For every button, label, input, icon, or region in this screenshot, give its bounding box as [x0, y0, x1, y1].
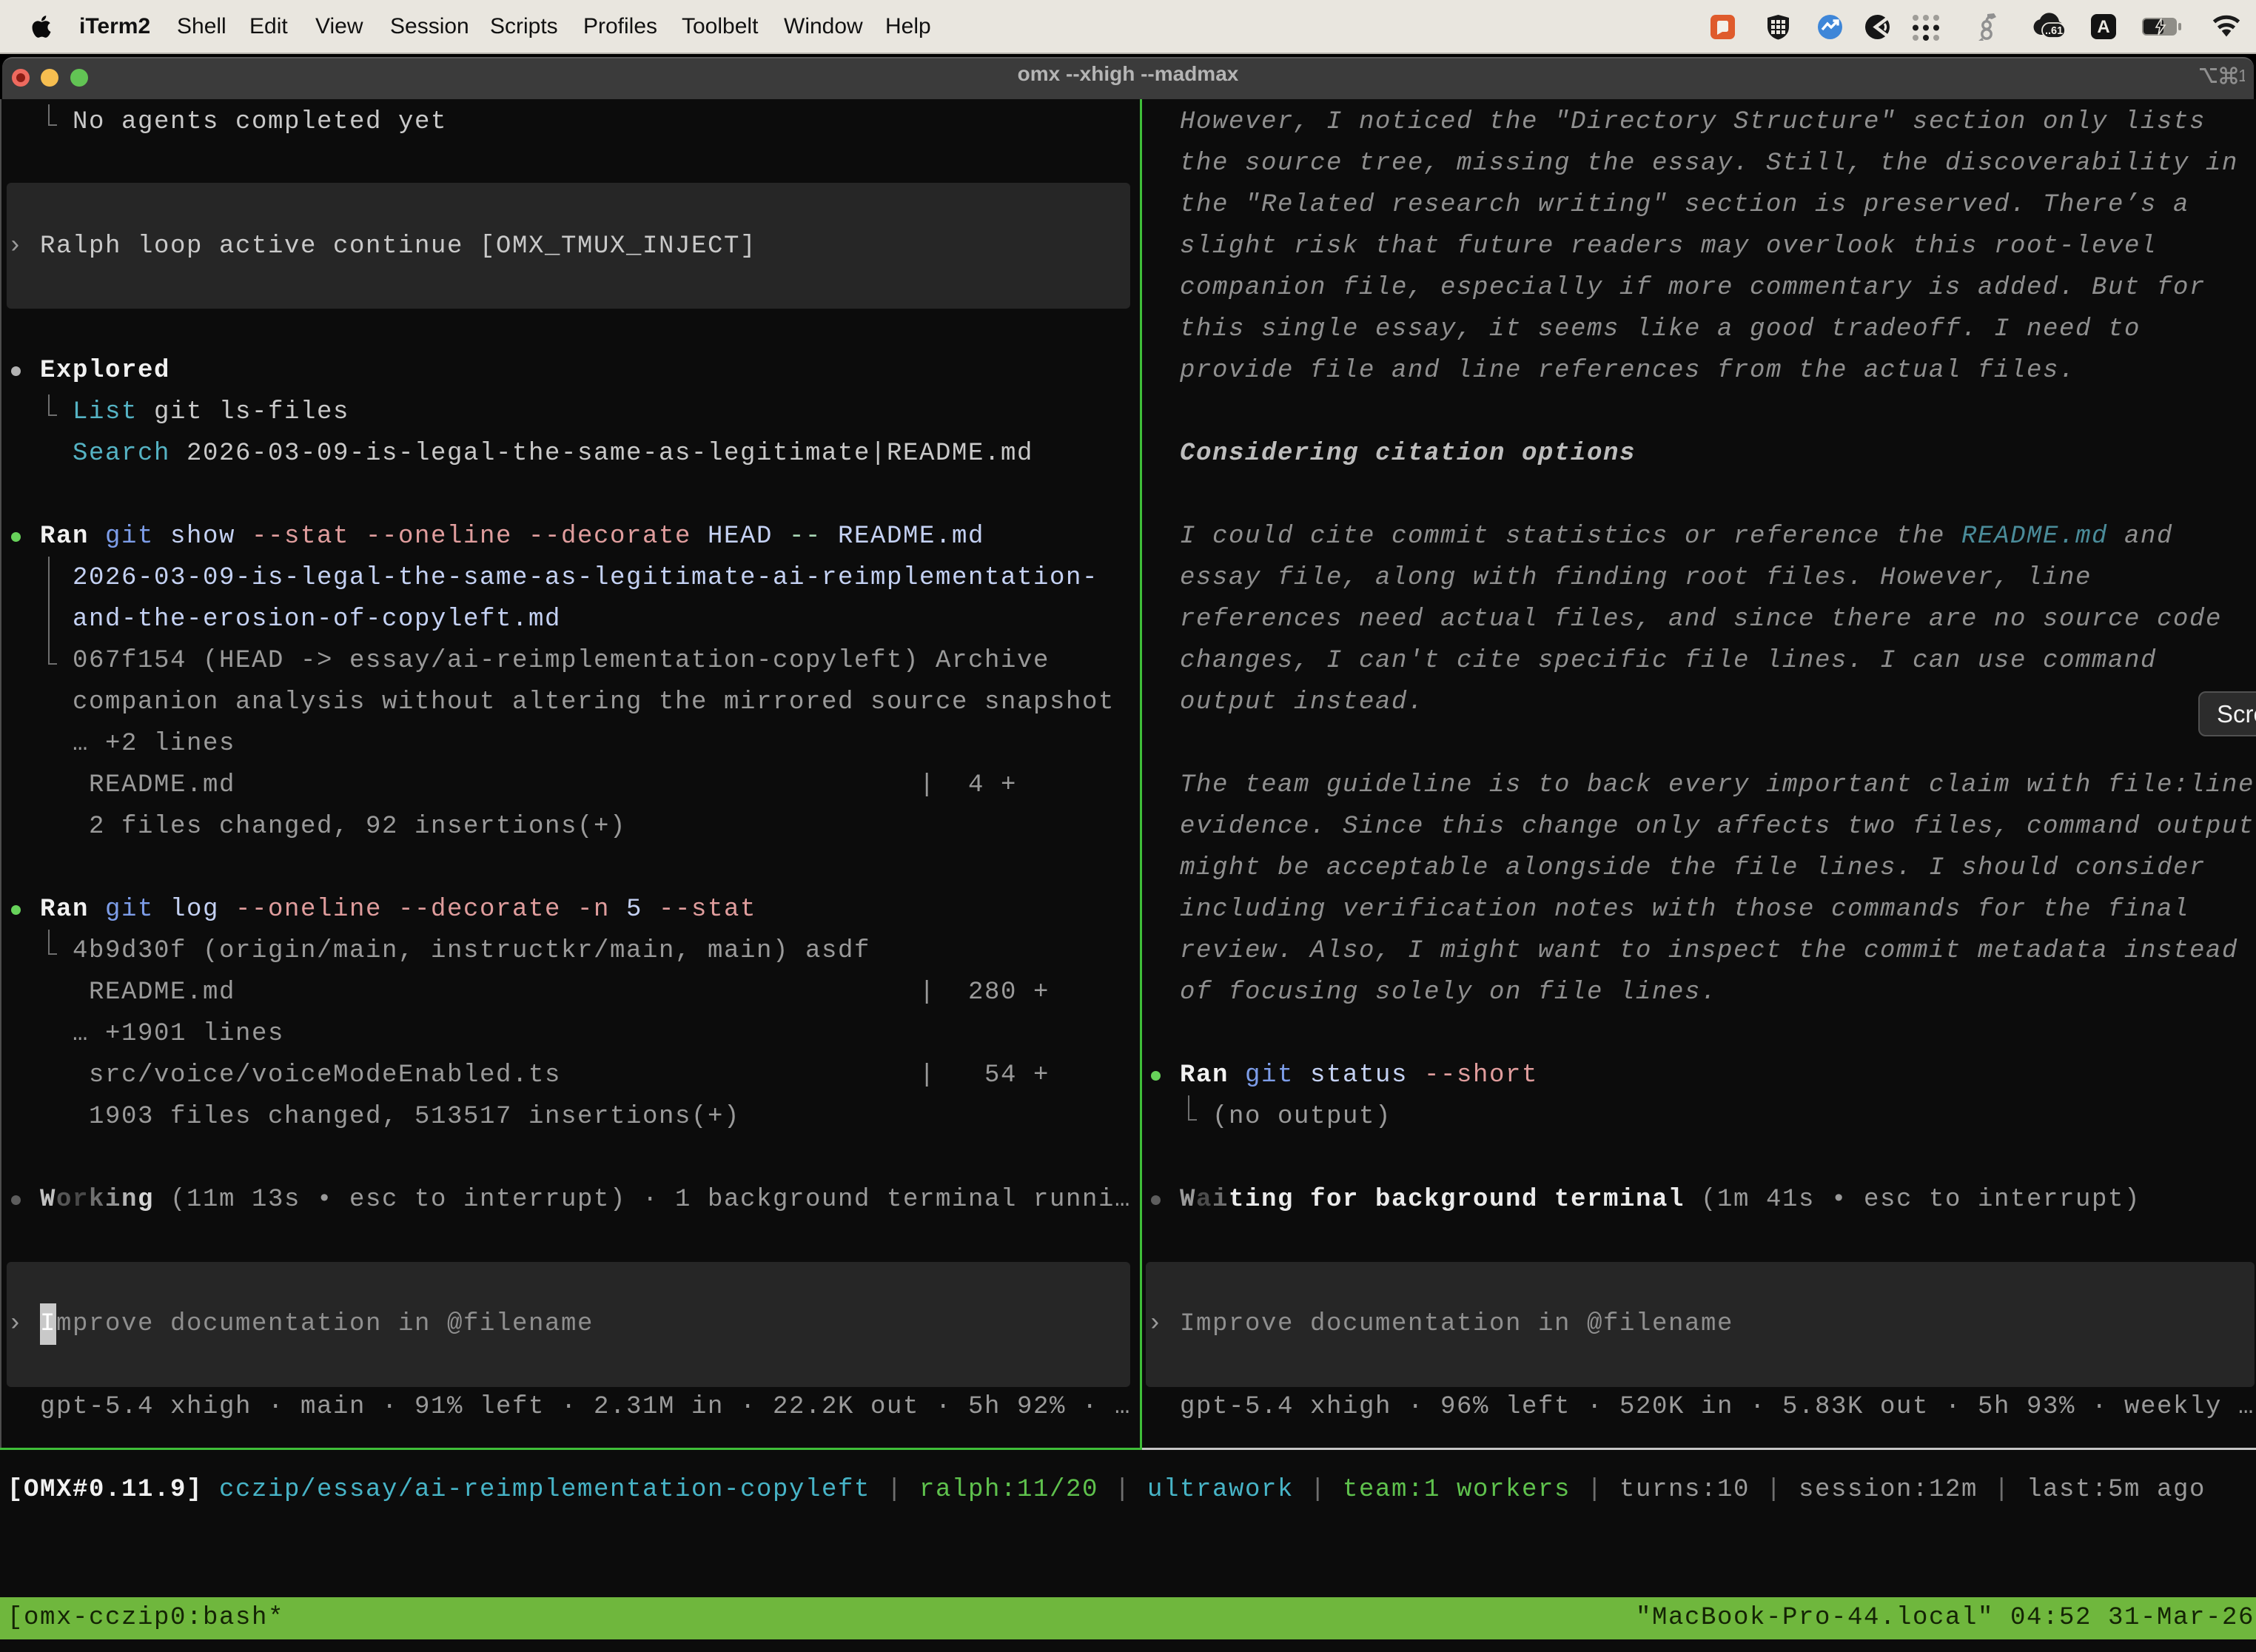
svg-text:1: 1 — [2238, 67, 2245, 84]
svg-text:A: A — [2097, 17, 2109, 37]
svg-text:..61: ..61 — [2045, 25, 2063, 37]
